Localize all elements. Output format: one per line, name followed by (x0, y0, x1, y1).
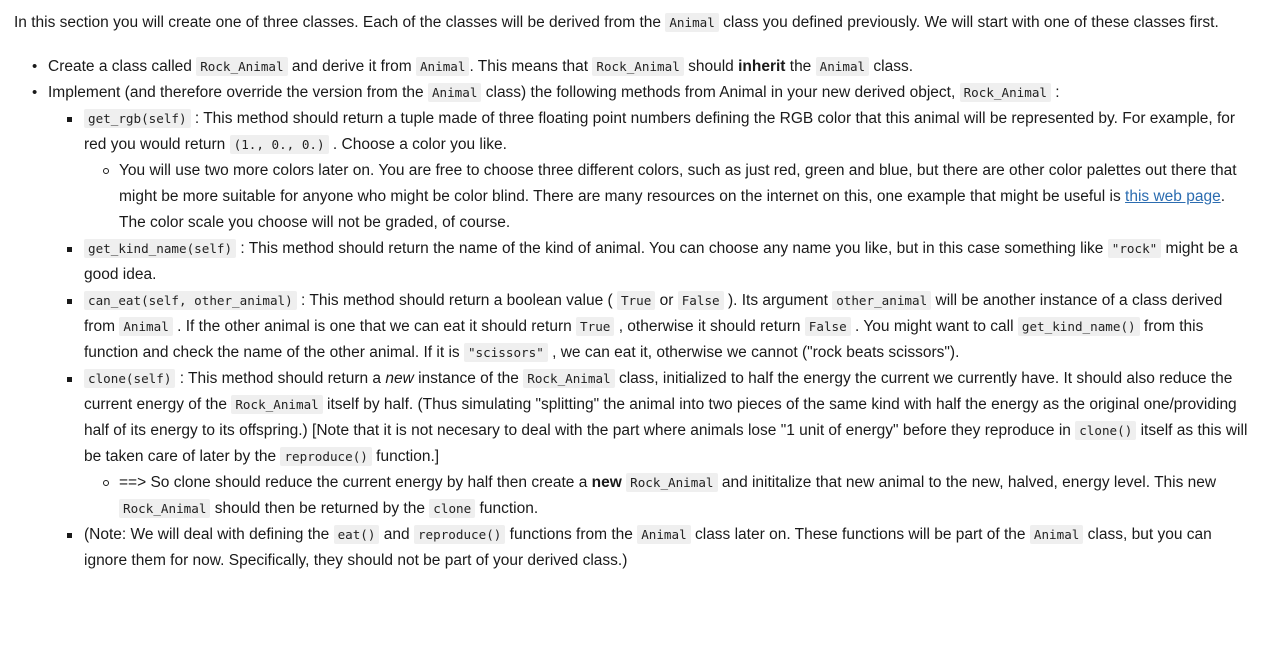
list-item-can-eat: can_eat(self, other_animal) : This metho… (67, 288, 1248, 366)
code-reproduce-call-1: reproduce() (280, 447, 372, 466)
implement-text-3: : (1050, 84, 1060, 101)
list-item-get-rgb: get_rgb(self) : This method should retur… (67, 106, 1248, 236)
intro-text-part1: In this section you will create one of t… (14, 14, 666, 31)
code-rock-animal-6: Rock_Animal (626, 473, 718, 492)
code-animal-6: Animal (1029, 525, 1084, 544)
emphasis-new-italic: new (385, 370, 414, 387)
get-kind-name-text-1: : This method should return the name of … (236, 240, 1108, 257)
create-class-text-4: should (683, 58, 739, 75)
create-class-text-1: Create a class called (48, 58, 197, 75)
code-true-2: True (576, 317, 615, 336)
intro-paragraph: In this section you will create one of t… (14, 10, 1248, 36)
code-rock-animal-2: Rock_Animal (592, 57, 684, 76)
intro-text-part2: class you defined previously. We will st… (718, 14, 1219, 31)
code-rock-animal-1: Rock_Animal (196, 57, 288, 76)
note-text-2: and (379, 526, 414, 543)
code-rock-string: "rock" (1107, 239, 1162, 258)
code-reproduce-call-2: reproduce() (413, 525, 506, 544)
get-rgb-text-2: . Choose a color you like. (328, 136, 507, 153)
code-clone-call: clone() (1075, 421, 1137, 440)
code-rock-animal-3: Rock_Animal (959, 83, 1051, 102)
code-can-eat-signature: can_eat(self, other_animal) (84, 291, 297, 310)
code-rgb-tuple: (1., 0., 0.) (229, 135, 329, 154)
code-eat-call: eat() (333, 525, 380, 544)
requirements-list: Create a class called Rock_Animal and de… (14, 54, 1248, 574)
list-item-implement: Implement (and therefore override the ve… (32, 80, 1248, 574)
code-animal-4: Animal (119, 317, 173, 336)
create-class-text-5: the (785, 58, 816, 75)
list-item-color-palette-note: You will use two more colors later on. Y… (103, 158, 1248, 236)
implement-text-2: class) the following methods from Animal… (481, 84, 960, 101)
can-eat-text-6: , otherwise it should return (614, 318, 805, 335)
note-text-3: functions from the (505, 526, 638, 543)
clone-summary-list: ==> So clone should reduce the current e… (84, 470, 1248, 522)
color-note-list: You will use two more colors later on. Y… (84, 158, 1248, 236)
emphasis-inherit: inherit (738, 58, 786, 75)
clone-summary-text-2: and inititalize that new animal to the n… (717, 474, 1217, 491)
code-get-kind-name-signature: get_kind_name(self) (84, 239, 237, 258)
code-false-1: False (677, 291, 724, 310)
clone-summary-text-3: should then be returned by the (210, 500, 430, 517)
clone-summary-text-4: function. (475, 500, 539, 517)
can-eat-text-3: ). Its argument (723, 292, 833, 309)
clone-text-6: function.] (371, 448, 440, 465)
this-web-page-link[interactable]: this web page (1125, 188, 1221, 205)
code-false-2: False (804, 317, 851, 336)
can-eat-text-1: : This method should return a boolean va… (296, 292, 617, 309)
color-note-text-1: You will use two more colors later on. Y… (119, 162, 1237, 205)
code-animal-3: Animal (427, 83, 482, 102)
code-clone-signature: clone(self) (84, 369, 176, 388)
methods-list: get_rgb(self) : This method should retur… (48, 106, 1248, 574)
clone-text-1: : This method should return a (175, 370, 386, 387)
list-item-create-class: Create a class called Rock_Animal and de… (32, 54, 1248, 80)
emphasis-new-bold: new (591, 474, 622, 491)
list-item-get-kind-name: get_kind_name(self) : This method should… (67, 236, 1248, 288)
code-scissors-string: "scissors" (463, 343, 548, 362)
code-animal-2: Animal (815, 57, 870, 76)
list-item-clone-summary: ==> So clone should reduce the current e… (103, 470, 1248, 522)
code-rock-animal-4: Rock_Animal (523, 369, 615, 388)
clone-summary-text-1: ==> So clone should reduce the current e… (119, 474, 592, 491)
assignment-content: In this section you will create one of t… (0, 0, 1262, 574)
clone-text-2: instance of the (413, 370, 524, 387)
code-true-1: True (616, 291, 656, 310)
code-get-rgb-signature: get_rgb(self) (84, 109, 191, 128)
code-other-animal: other_animal (832, 291, 932, 310)
can-eat-text-9: , we can eat it, otherwise we cannot ("r… (547, 344, 960, 361)
code-animal-1: Animal (415, 57, 470, 76)
list-item-note: (Note: We will deal with defining the ea… (67, 522, 1248, 574)
create-class-text-6: class. (869, 58, 914, 75)
code-rock-animal-5: Rock_Animal (231, 395, 323, 414)
code-rock-animal-7: Rock_Animal (119, 499, 211, 518)
code-clone-word: clone (429, 499, 476, 518)
implement-text-1: Implement (and therefore override the ve… (48, 84, 428, 101)
note-text-4: class later on. These functions will be … (690, 526, 1030, 543)
list-item-clone: clone(self) : This method should return … (67, 366, 1248, 522)
code-animal-5: Animal (637, 525, 691, 544)
note-text-1: (Note: We will deal with defining the (84, 526, 334, 543)
code-get-kind-name-call: get_kind_name() (1017, 317, 1140, 336)
code-animal-intro: Animal (665, 13, 719, 32)
can-eat-text-2: or (655, 292, 678, 309)
create-class-text-2: and derive it from (287, 58, 416, 75)
create-class-text-3: . This means that (469, 58, 593, 75)
can-eat-text-5: . If the other animal is one that we can… (172, 318, 577, 335)
can-eat-text-7: . You might want to call (850, 318, 1018, 335)
